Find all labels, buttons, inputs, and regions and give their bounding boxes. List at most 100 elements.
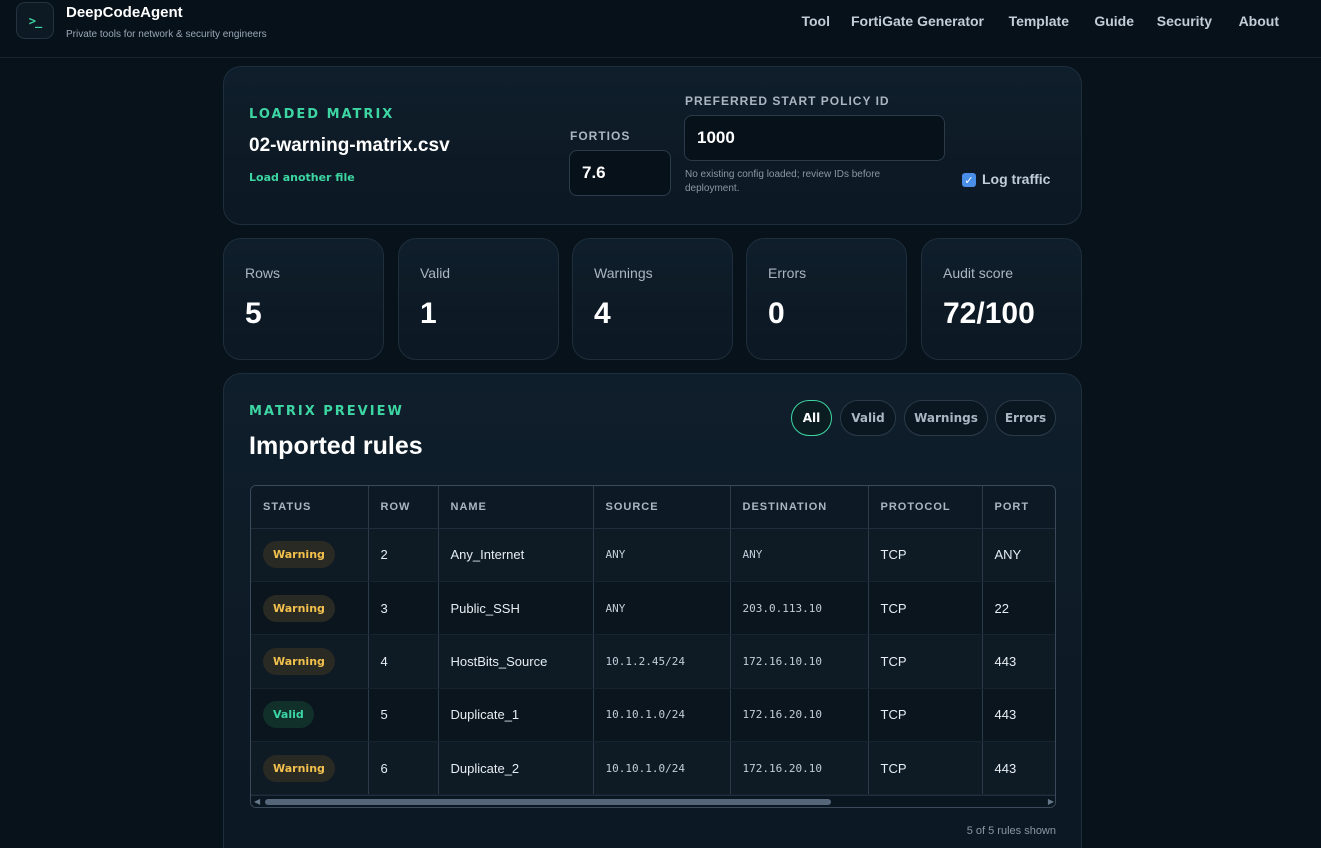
stat-value: 0 <box>768 297 785 330</box>
cell-source: 10.1.2.45/24 <box>593 634 731 689</box>
cell-row: 4 <box>368 634 439 689</box>
stat-label: Audit score <box>943 265 1014 281</box>
policy-id-label: PREFERRED START POLICY ID <box>685 94 890 108</box>
fortios-version-input[interactable] <box>569 150 671 196</box>
stat-label: Valid <box>420 265 451 281</box>
nav-guide[interactable]: Guide <box>1094 13 1134 29</box>
cell-destination: ANY <box>730 528 869 582</box>
stat-card-warnings: Warnings 4 <box>572 238 733 360</box>
column-header-protocol[interactable]: PROTOCOL <box>868 486 983 529</box>
loaded-matrix-eyebrow: LOADED MATRIX <box>249 107 395 122</box>
cell-protocol: TCP <box>868 741 983 796</box>
stat-value: 4 <box>594 297 611 330</box>
policy-id-hint: No existing config loaded; review IDs be… <box>685 169 881 194</box>
cell-destination: 172.16.20.10 <box>730 741 869 796</box>
table-row[interactable]: Warning 2 Any_Internet ANY ANY TCP ANY <box>251 528 1055 582</box>
fortios-label: FORTIOS <box>570 129 631 143</box>
cell-name: Duplicate_1 <box>438 688 594 743</box>
nav-security[interactable]: Security <box>1157 13 1212 29</box>
cell-port: 22 <box>982 581 1055 636</box>
load-another-file-link[interactable]: Load another file <box>249 171 355 184</box>
table-row[interactable]: Warning 6 Duplicate_2 10.10.1.0/24 172.1… <box>251 741 1055 796</box>
table-row[interactable]: Valid 5 Duplicate_1 10.10.1.0/24 172.16.… <box>251 688 1055 743</box>
matrix-preview-card: MATRIX PREVIEW Imported rules All Valid … <box>223 373 1082 848</box>
cell-port: ANY <box>982 528 1055 582</box>
cell-name: Any_Internet <box>438 528 594 582</box>
column-header-source[interactable]: SOURCE <box>593 486 731 529</box>
cell-destination: 172.16.10.10 <box>730 634 869 689</box>
filter-all-button[interactable]: All <box>791 400 832 436</box>
nav-tool[interactable]: Tool <box>801 13 830 29</box>
stat-card-rows: Rows 5 <box>223 238 384 360</box>
filter-valid-button[interactable]: Valid <box>840 400 896 436</box>
cell-name: Public_SSH <box>438 581 594 636</box>
cell-source: 10.10.1.0/24 <box>593 741 731 796</box>
checkmark-icon: ✓ <box>964 174 974 187</box>
cell-source: 10.10.1.0/24 <box>593 688 731 743</box>
filter-errors-button[interactable]: Errors <box>995 400 1056 436</box>
brand-tagline: Private tools for network & security eng… <box>66 29 267 40</box>
status-badge: Warning <box>263 647 335 675</box>
nav-fortigate-generator[interactable]: FortiGate Generator <box>851 13 984 29</box>
cell-destination: 203.0.113.10 <box>730 581 869 636</box>
horizontal-scrollbar[interactable]: ◀ ▶ <box>251 795 1055 807</box>
scrollbar-thumb[interactable] <box>265 799 831 805</box>
cell-protocol: TCP <box>868 581 983 636</box>
cell-protocol: TCP <box>868 634 983 689</box>
cell-port: 443 <box>982 741 1055 796</box>
stat-label: Rows <box>245 265 281 281</box>
cell-protocol: TCP <box>868 528 983 582</box>
table-row[interactable]: Warning 3 Public_SSH ANY 203.0.113.10 TC… <box>251 581 1055 636</box>
brand-name[interactable]: DeepCodeAgent <box>66 4 183 21</box>
column-header-name[interactable]: NAME <box>438 486 594 529</box>
cell-name: HostBits_Source <box>438 634 594 689</box>
stat-card-errors: Errors 0 <box>746 238 907 360</box>
column-header-port[interactable]: PORT <box>982 486 1055 529</box>
status-badge: Warning <box>263 754 335 782</box>
stat-card-audit-score: Audit score 72/100 <box>921 238 1082 360</box>
loaded-matrix-card: LOADED MATRIX 02-warning-matrix.csv Load… <box>223 66 1082 225</box>
nav-template[interactable]: Template <box>1009 13 1069 29</box>
stat-value: 1 <box>420 297 437 330</box>
cell-source: ANY <box>593 528 731 582</box>
cell-row: 6 <box>368 741 439 796</box>
filter-warnings-button[interactable]: Warnings <box>904 400 988 436</box>
cell-protocol: TCP <box>868 688 983 743</box>
arrow-right-icon[interactable]: ▶ <box>1048 797 1054 806</box>
cell-source: ANY <box>593 581 731 636</box>
cell-row: 3 <box>368 581 439 636</box>
table-row[interactable]: Warning 4 HostBits_Source 10.1.2.45/24 1… <box>251 634 1055 689</box>
stat-value: 72/100 <box>943 297 1035 330</box>
logo-glyph: >_ <box>28 13 42 28</box>
column-header-row[interactable]: ROW <box>368 486 439 529</box>
table-header-row: STATUS ROW NAME SOURCE DESTINATION PROTO… <box>251 486 1055 529</box>
cell-port: 443 <box>982 688 1055 743</box>
stat-value: 5 <box>245 297 262 330</box>
status-badge: Warning <box>263 541 335 569</box>
rules-shown-count: 5 of 5 rules shown <box>966 825 1056 837</box>
rules-table-container[interactable]: STATUS ROW NAME SOURCE DESTINATION PROTO… <box>250 485 1056 808</box>
stat-label: Errors <box>768 265 807 281</box>
stat-label: Warnings <box>594 265 653 281</box>
arrow-left-icon[interactable]: ◀ <box>254 797 260 806</box>
nav-about[interactable]: About <box>1239 13 1279 29</box>
cell-destination: 172.16.20.10 <box>730 688 869 743</box>
status-badge: Valid <box>263 701 314 729</box>
start-policy-id-input[interactable] <box>684 115 945 161</box>
log-traffic-label[interactable]: Log traffic <box>982 171 1050 187</box>
matrix-preview-eyebrow: MATRIX PREVIEW <box>249 404 404 419</box>
column-header-status[interactable]: STATUS <box>251 486 369 529</box>
terminal-prompt-icon[interactable]: >_ <box>16 2 54 39</box>
matrix-preview-title: Imported rules <box>249 432 423 460</box>
cell-name: Duplicate_2 <box>438 741 594 796</box>
cell-row: 2 <box>368 528 439 582</box>
top-navbar: >_ DeepCodeAgent Private tools for netwo… <box>0 0 1321 58</box>
cell-port: 443 <box>982 634 1055 689</box>
log-traffic-checkbox[interactable]: ✓ <box>962 173 976 187</box>
stat-card-valid: Valid 1 <box>398 238 559 360</box>
status-badge: Warning <box>263 594 335 622</box>
column-header-destination[interactable]: DESTINATION <box>730 486 869 529</box>
rules-table: STATUS ROW NAME SOURCE DESTINATION PROTO… <box>251 486 1055 796</box>
loaded-filename: 02-warning-matrix.csv <box>249 135 450 156</box>
cell-row: 5 <box>368 688 439 743</box>
